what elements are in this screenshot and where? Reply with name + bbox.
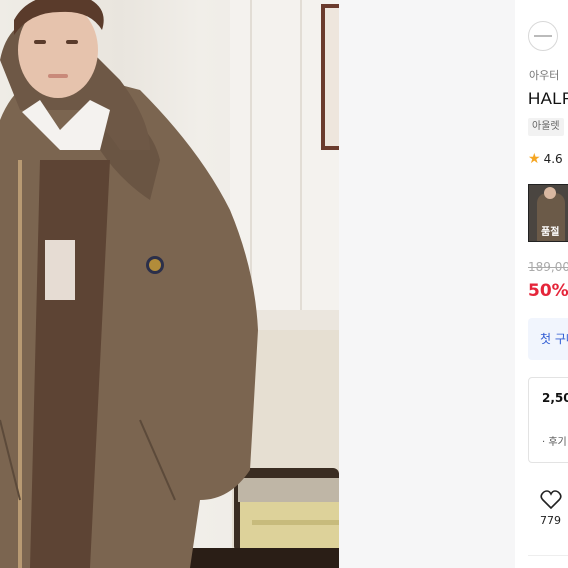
- first-purchase-coupon-button[interactable]: 첫 구매: [528, 318, 568, 360]
- product-thumbnail[interactable]: 품절: [528, 184, 568, 242]
- points-box: 2,50 · 후기: [528, 377, 568, 463]
- review-point-note: · 후기: [542, 437, 567, 448]
- rating-value: 4.6: [543, 152, 563, 166]
- product-main-image[interactable]: [0, 0, 339, 568]
- product-category[interactable]: 아우터: [529, 67, 559, 83]
- rating[interactable]: ★ 4.6: [528, 151, 563, 167]
- heart-icon: [540, 490, 562, 510]
- thumbnail-head: [544, 187, 556, 199]
- sold-out-label: 품절: [541, 227, 560, 238]
- gallery-gutter: [339, 0, 515, 568]
- divider: [528, 555, 568, 556]
- brand-logo-mark: [534, 35, 552, 37]
- original-price: 189,00: [528, 260, 568, 274]
- star-icon: ★: [528, 151, 541, 167]
- coupon-text: 첫 구매: [540, 332, 568, 346]
- like-button[interactable]: [540, 490, 562, 514]
- brand-logo[interactable]: [528, 21, 558, 51]
- point-amount: 2,50: [542, 391, 568, 405]
- like-count: 779: [540, 514, 561, 527]
- outlet-badge: 아울렛: [528, 118, 564, 136]
- product-title: HALF: [528, 89, 568, 108]
- model-photo-illustration: [0, 0, 339, 568]
- discount-rate: 50%: [528, 281, 568, 301]
